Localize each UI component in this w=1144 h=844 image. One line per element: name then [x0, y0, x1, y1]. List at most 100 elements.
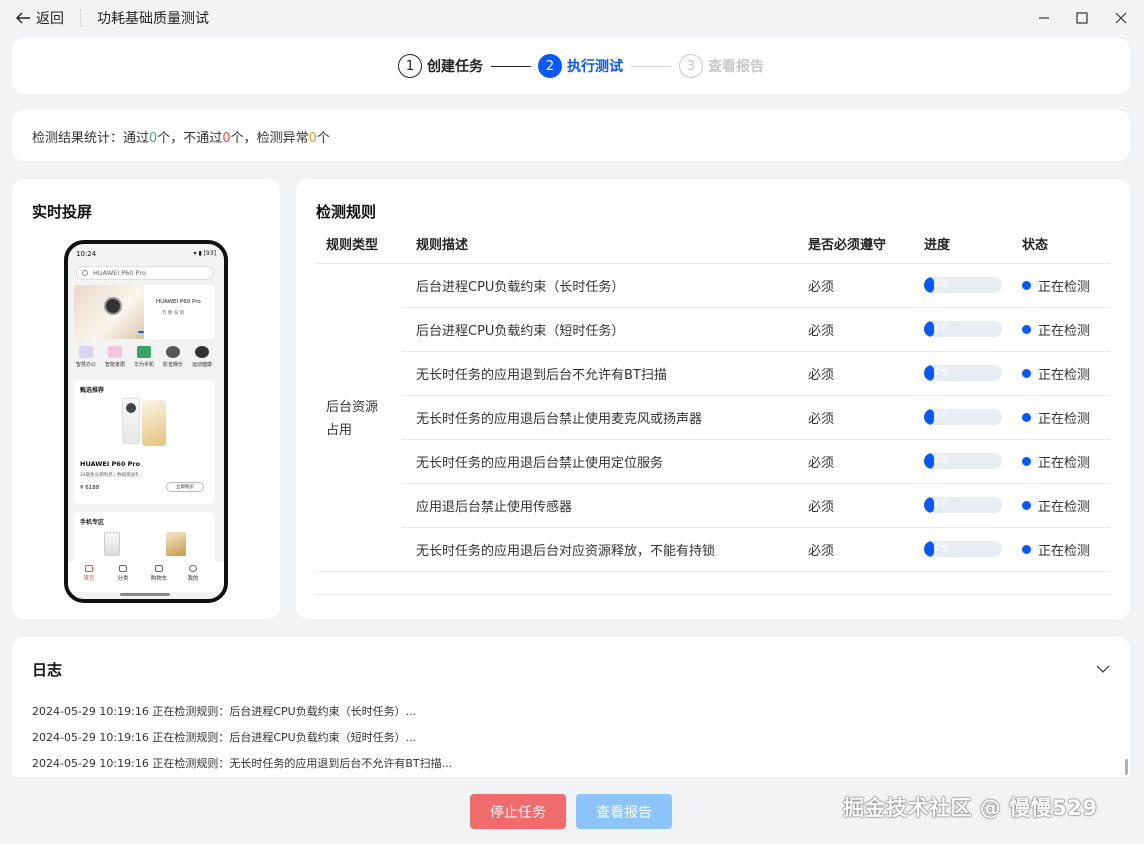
phone-home-indicator	[120, 593, 170, 596]
category-item: 智能家居	[101, 346, 129, 368]
back-button[interactable]: 返回	[16, 8, 64, 28]
tablet-icon	[108, 346, 122, 358]
status-dot-icon	[1022, 369, 1031, 378]
status-dot-icon	[1022, 325, 1031, 334]
step-number: 1	[398, 54, 422, 78]
stats-text: 检测结果统计：通过0个，不通过0个，检测异常0个	[32, 127, 330, 146]
rule-required: 必须	[808, 280, 835, 295]
column-header-progress: 进度	[924, 238, 951, 253]
maximize-button[interactable]	[1070, 6, 1094, 30]
stats-pass-suffix: 个，不通过	[157, 131, 223, 146]
rule-required: 必须	[808, 368, 835, 383]
progress-fill	[924, 541, 934, 557]
rules-title: 检测规则	[316, 203, 377, 221]
rule-desc: 无长时任务的应用退后台禁止使用麦克风或扬声器	[416, 412, 703, 427]
step-connector	[631, 66, 671, 68]
progress-label: 1%	[934, 543, 949, 553]
log-title: 日志	[32, 661, 63, 679]
group-line: 占用	[326, 423, 353, 438]
fail-count: 0	[222, 131, 231, 146]
phone-mirror[interactable]: 10:24 ▾ ▮ [93] HUAWEI P60 Pro HUAWEI P60…	[64, 240, 228, 603]
progress-fill	[924, 453, 934, 469]
stats-error-suffix: 个	[316, 131, 330, 146]
progress-bar: 1%	[924, 365, 1002, 381]
laptop-icon	[79, 346, 93, 358]
nav-cart: 购物车	[146, 565, 172, 582]
title-divider	[80, 9, 81, 27]
category-item: 影音娱乐	[159, 346, 187, 368]
progress-bar: 1%	[924, 541, 1002, 557]
phone-recommend-card: 甄选推荐 HUAWEI P60 Pro 24期免分期利息 | 数据赠送礼 ¥ 6…	[74, 380, 215, 504]
product-name: HUAWEI P60 Pro	[80, 460, 141, 468]
screen-title: 实时投屏	[32, 203, 93, 221]
close-button[interactable]	[1109, 6, 1133, 30]
rule-required: 必须	[808, 456, 835, 471]
rule-desc: 后台进程CPU负载约束（长时任务）	[416, 280, 625, 295]
group-line: 后台资源	[326, 400, 379, 415]
status-label: 正在检测	[1038, 500, 1091, 515]
progress-fill	[924, 409, 934, 425]
nav-label: 购物车	[150, 576, 168, 582]
rule-required: 必须	[808, 412, 835, 427]
category-label: 智慧办公	[75, 362, 96, 368]
column-header-status: 状态	[1022, 238, 1049, 253]
category-item: 智慧办公	[72, 346, 100, 368]
view-report-button[interactable]: 查看报告	[576, 794, 672, 829]
phone-search-text: HUAWEI P60 Pro	[93, 269, 146, 277]
watermark: 掘金技术社区 @ 慢慢529	[843, 796, 1098, 820]
page-title: 功耗基础质量测试	[97, 11, 209, 27]
collapse-button[interactable]	[1096, 659, 1110, 678]
column-header-type: 规则类型	[326, 238, 379, 253]
status-badge: 正在检测	[1022, 364, 1090, 383]
progress-label: 1%	[934, 279, 949, 289]
step-label: 查看报告	[708, 59, 764, 75]
rule-required: 必须	[808, 500, 835, 515]
step-create-task: 1 创建任务	[398, 54, 483, 78]
buy-button: 立即购买	[166, 482, 204, 492]
log-line: 2024-05-29 10:19:16 正在检测规则：后台进程CPU负载约束（长…	[32, 705, 417, 718]
phone-search-bar: HUAWEI P60 Pro	[76, 266, 214, 280]
product-price: ¥ 6188	[80, 485, 100, 491]
step-number: 2	[538, 54, 562, 78]
step-view-report: 3 查看报告	[679, 54, 764, 78]
home-icon	[85, 565, 93, 572]
phone-status-icons: ▾ ▮ [93]	[193, 250, 216, 257]
progress-label: 1%	[934, 499, 949, 509]
log-panel: 日志 2024-05-29 10:19:16 正在检测规则：后台进程CPU负载约…	[12, 637, 1130, 777]
category-label: 智能家居	[104, 362, 125, 368]
nav-category: 分类	[110, 565, 136, 582]
cart-icon	[155, 565, 163, 572]
rule-desc: 应用退后台禁止使用传感器	[416, 500, 573, 515]
status-label: 正在检测	[1038, 456, 1091, 471]
log-line: 2024-05-29 10:19:16 正在检测规则：后台进程CPU负载约束（短…	[32, 731, 417, 744]
realtime-screen-panel: 实时投屏 10:24 ▾ ▮ [93] HUAWEI P60 Pro HUAWE…	[12, 179, 280, 619]
chevron-down-icon	[1096, 665, 1110, 673]
user-icon	[189, 565, 197, 572]
progress-fill	[924, 365, 934, 381]
progress-label: 1%	[934, 323, 949, 333]
category-label: 运动健康	[191, 362, 212, 368]
stats-prefix: 检测结果统计：通过	[32, 131, 150, 146]
log-scrollbar[interactable]	[1125, 759, 1128, 775]
phone-time: 10:24	[76, 250, 97, 258]
arrow-left-icon	[16, 12, 30, 24]
category-item: 华为手机	[130, 346, 158, 368]
nav-label: 首页	[83, 576, 95, 582]
log-line: 2024-05-29 10:19:16 正在检测规则：无长时任务的应用退到后台不…	[32, 757, 453, 770]
progress-bar: 1%	[924, 321, 1002, 337]
progress-label: 1%	[934, 455, 949, 465]
stop-task-button[interactable]: 停止任务	[470, 794, 566, 829]
grid-icon	[119, 565, 127, 572]
headphones-icon	[166, 346, 180, 358]
progress-fill	[924, 277, 934, 293]
back-label: 返回	[36, 11, 64, 27]
product-image	[122, 398, 140, 444]
progress-bar: 1%	[924, 409, 1002, 425]
status-badge: 正在检测	[1022, 452, 1090, 471]
status-dot-icon	[1022, 457, 1031, 466]
category-label: 华为手机	[133, 362, 154, 368]
minimize-button[interactable]	[1032, 6, 1056, 30]
banner-title: HUAWEI P60 Pro	[156, 299, 201, 305]
progress-label: 1%	[934, 367, 949, 377]
status-badge: 正在检测	[1022, 408, 1090, 427]
